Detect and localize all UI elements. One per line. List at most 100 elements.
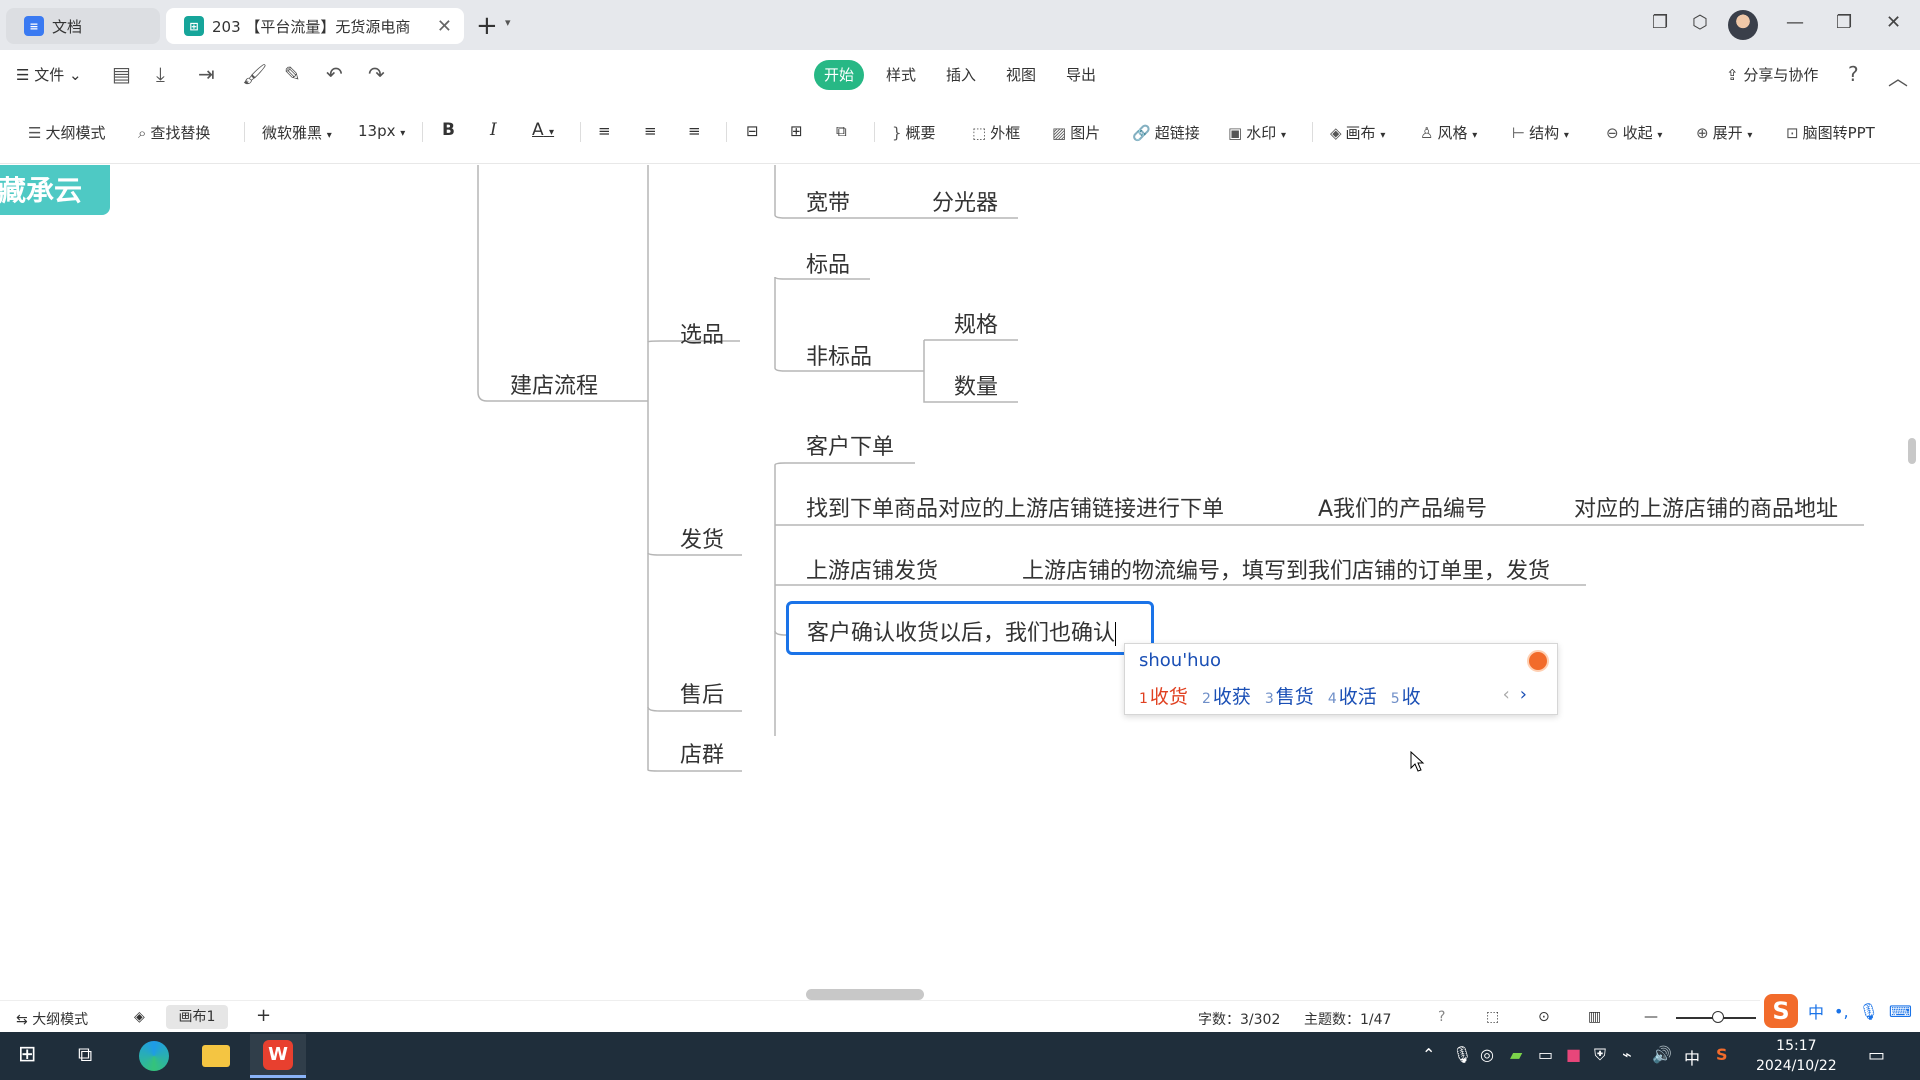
node-jiandian[interactable]: 建店流程 — [510, 368, 598, 400]
minimize-icon[interactable]: — — [1786, 12, 1804, 33]
insert-sibling-icon[interactable]: ⊞ — [790, 122, 803, 140]
format-painter-icon[interactable]: 🖌 — [242, 62, 267, 86]
tab-start[interactable]: 开始 — [814, 60, 865, 90]
notification-icon[interactable]: ▭ — [1868, 1045, 1885, 1066]
tab-docs[interactable]: ≡ 文档 — [6, 8, 160, 44]
wps-app-icon[interactable]: W — [250, 1034, 306, 1078]
close-tab-icon[interactable]: ✕ — [437, 16, 452, 37]
canvas-button[interactable]: ◈ 画布 ▾ — [1330, 122, 1385, 143]
node-fenguangqi[interactable]: 分光器 — [932, 185, 998, 217]
sogou-s-icon[interactable]: S — [1764, 994, 1798, 1028]
node-feibiaopin[interactable]: 非标品 — [806, 339, 872, 371]
ime-page-nav[interactable]: ‹ › — [1503, 684, 1527, 705]
ime-candidate[interactable]: 1 收货 — [1139, 686, 1188, 708]
restore-icon[interactable]: ❐ — [1836, 12, 1852, 33]
ime-status-bar[interactable]: S 中 •, 🎙 ⌨ — [1760, 993, 1920, 1029]
cube-icon[interactable]: ⬡ — [1692, 12, 1708, 33]
new-tab-icon[interactable]: + — [476, 12, 498, 40]
insert-parent-icon[interactable]: ⧉ — [836, 122, 847, 140]
font-select[interactable]: 微软雅黑 ▾ — [262, 122, 332, 143]
chevron-down-icon[interactable]: ▾ — [505, 16, 511, 29]
mic-icon[interactable]: 🎙 — [1452, 1045, 1472, 1064]
find-replace-button[interactable]: ⌕ 查找替换 — [138, 122, 210, 143]
sync-icon[interactable]: ◎ — [1480, 1045, 1494, 1064]
style-button[interactable]: ♙ 风格 ▾ — [1420, 122, 1477, 143]
chevron-right-icon[interactable]: › — [1520, 684, 1527, 705]
clock[interactable]: 15:17 2024/10/22 — [1756, 1036, 1837, 1076]
close-window-icon[interactable]: ✕ — [1886, 12, 1901, 33]
zoom-out-icon[interactable]: — — [1644, 1009, 1658, 1025]
tab-insert[interactable]: 插入 — [936, 60, 986, 90]
outline-mode-toggle[interactable]: ⇆ 大纲模式 — [16, 1009, 88, 1029]
undo-icon[interactable]: ↶ — [326, 62, 343, 86]
chevron-up-icon[interactable]: ⌃ — [1422, 1045, 1435, 1064]
node-shuliang[interactable]: 数量 — [954, 369, 998, 401]
export-icon[interactable]: ⇥ — [198, 62, 215, 86]
expand-button[interactable]: ⊕ 展开 ▾ — [1696, 122, 1752, 143]
ime-candidate[interactable]: 3 售货 — [1265, 686, 1314, 708]
outline-mode-button[interactable]: ☰ 大纲模式 — [28, 122, 105, 143]
mic-icon[interactable]: 🎙 — [1859, 1002, 1879, 1021]
punctuation-icon[interactable]: •, — [1834, 1002, 1849, 1021]
tab-overview-icon[interactable]: ❐ — [1652, 12, 1668, 33]
frame-button[interactable]: ⬚ 外框 — [972, 122, 1020, 143]
sogou-tray-icon[interactable]: S — [1716, 1045, 1728, 1064]
network-icon[interactable]: ⌁ — [1622, 1045, 1632, 1064]
keyboard-icon[interactable]: ⌨ — [1889, 1002, 1912, 1021]
layers-icon[interactable]: ◈ — [134, 1009, 145, 1025]
edge-browser-icon[interactable] — [126, 1034, 182, 1078]
chevron-up-icon[interactable]: ︿ — [1888, 62, 1908, 91]
ime-candidate[interactable]: 5收 — [1391, 686, 1421, 708]
display-icon[interactable]: ▭ — [1538, 1045, 1553, 1064]
file-menu[interactable]: ☰ 文件 ⌄ — [16, 64, 82, 85]
node-dizhi[interactable]: 对应的上游店铺的商品地址 — [1574, 491, 1838, 523]
hyperlink-button[interactable]: 🔗 超链接 — [1132, 122, 1200, 143]
node-dianqun[interactable]: 店群 — [680, 737, 724, 769]
map-icon[interactable]: ▥ — [1588, 1009, 1601, 1025]
add-canvas-icon[interactable]: + — [256, 1005, 271, 1026]
watermark-button[interactable]: ▣ 水印 ▾ — [1228, 122, 1286, 143]
security-shield-icon[interactable]: ⛨ — [1594, 1045, 1606, 1065]
zoom-slider-thumb[interactable] — [1712, 1011, 1724, 1023]
horizontal-scrollbar[interactable] — [806, 989, 924, 1000]
image-button[interactable]: ▨ 图片 — [1052, 122, 1100, 143]
tab-view[interactable]: 视图 — [996, 60, 1046, 90]
structure-button[interactable]: ⊢ 结构 ▾ — [1512, 122, 1569, 143]
mindmap-canvas[interactable]: 藏承云 建店流程 选品 宽带 分光器 标品 非标品 规格 数量 发货 客户下单 … — [0, 165, 1920, 995]
share-button[interactable]: ⇪ 分享与协作 — [1726, 64, 1818, 85]
save-icon[interactable]: ▤ — [112, 62, 131, 86]
node-edit-text[interactable]: 客户确认收货以后，我们也确认 — [807, 615, 1117, 647]
file-explorer-icon[interactable] — [188, 1034, 244, 1078]
help-icon[interactable]: ? — [1848, 62, 1859, 86]
node-kuandai[interactable]: 宽带 — [806, 185, 850, 217]
root-node[interactable]: 藏承云 — [0, 165, 110, 215]
pen-icon[interactable]: ✎ — [284, 62, 301, 86]
font-size-select[interactable]: 13px ▾ — [358, 122, 405, 140]
help-circle-icon[interactable]: ? — [1438, 1009, 1445, 1025]
node-wuliu[interactable]: 上游店铺的物流编号，填写到我们店铺的订单里，发货 — [1022, 553, 1550, 585]
select-icon[interactable]: ⬚ — [1486, 1009, 1499, 1025]
vertical-scrollbar[interactable] — [1908, 438, 1916, 464]
node-guige[interactable]: 规格 — [954, 307, 998, 339]
locate-icon[interactable]: ⊙ — [1538, 1009, 1550, 1025]
sogou-logo-icon[interactable] — [1527, 650, 1549, 672]
app-tray-icon[interactable]: ■ — [1566, 1045, 1581, 1064]
ime-lang-indicator[interactable]: 中 — [1684, 1045, 1700, 1069]
tab-style[interactable]: 样式 — [876, 60, 926, 90]
collapse-button[interactable]: ⊖ 收起 ▾ — [1606, 122, 1662, 143]
font-color-button[interactable]: A ▾ — [532, 120, 554, 140]
to-ppt-button[interactable]: ⊡ 脑图转PPT — [1786, 122, 1875, 143]
align-center-icon[interactable]: ≡ — [644, 122, 657, 140]
node-xuanpin[interactable]: 选品 — [680, 317, 724, 349]
node-zhaodao[interactable]: 找到下单商品对应的上游店铺链接进行下单 — [806, 491, 1224, 523]
redo-icon[interactable]: ↷ — [368, 62, 385, 86]
node-shangyou-fahuo[interactable]: 上游店铺发货 — [806, 553, 938, 585]
volume-icon[interactable]: 🔊 — [1652, 1045, 1672, 1064]
nvidia-icon[interactable]: ▰ — [1510, 1045, 1522, 1064]
align-left-icon[interactable]: ≡ — [598, 122, 611, 140]
bold-button[interactable]: B — [442, 120, 455, 140]
chevron-left-icon[interactable]: ‹ — [1503, 684, 1510, 705]
node-fahuo[interactable]: 发货 — [680, 522, 724, 554]
download-icon[interactable]: ⤓ — [156, 62, 165, 86]
summary-button[interactable]: } 概要 — [892, 122, 936, 143]
